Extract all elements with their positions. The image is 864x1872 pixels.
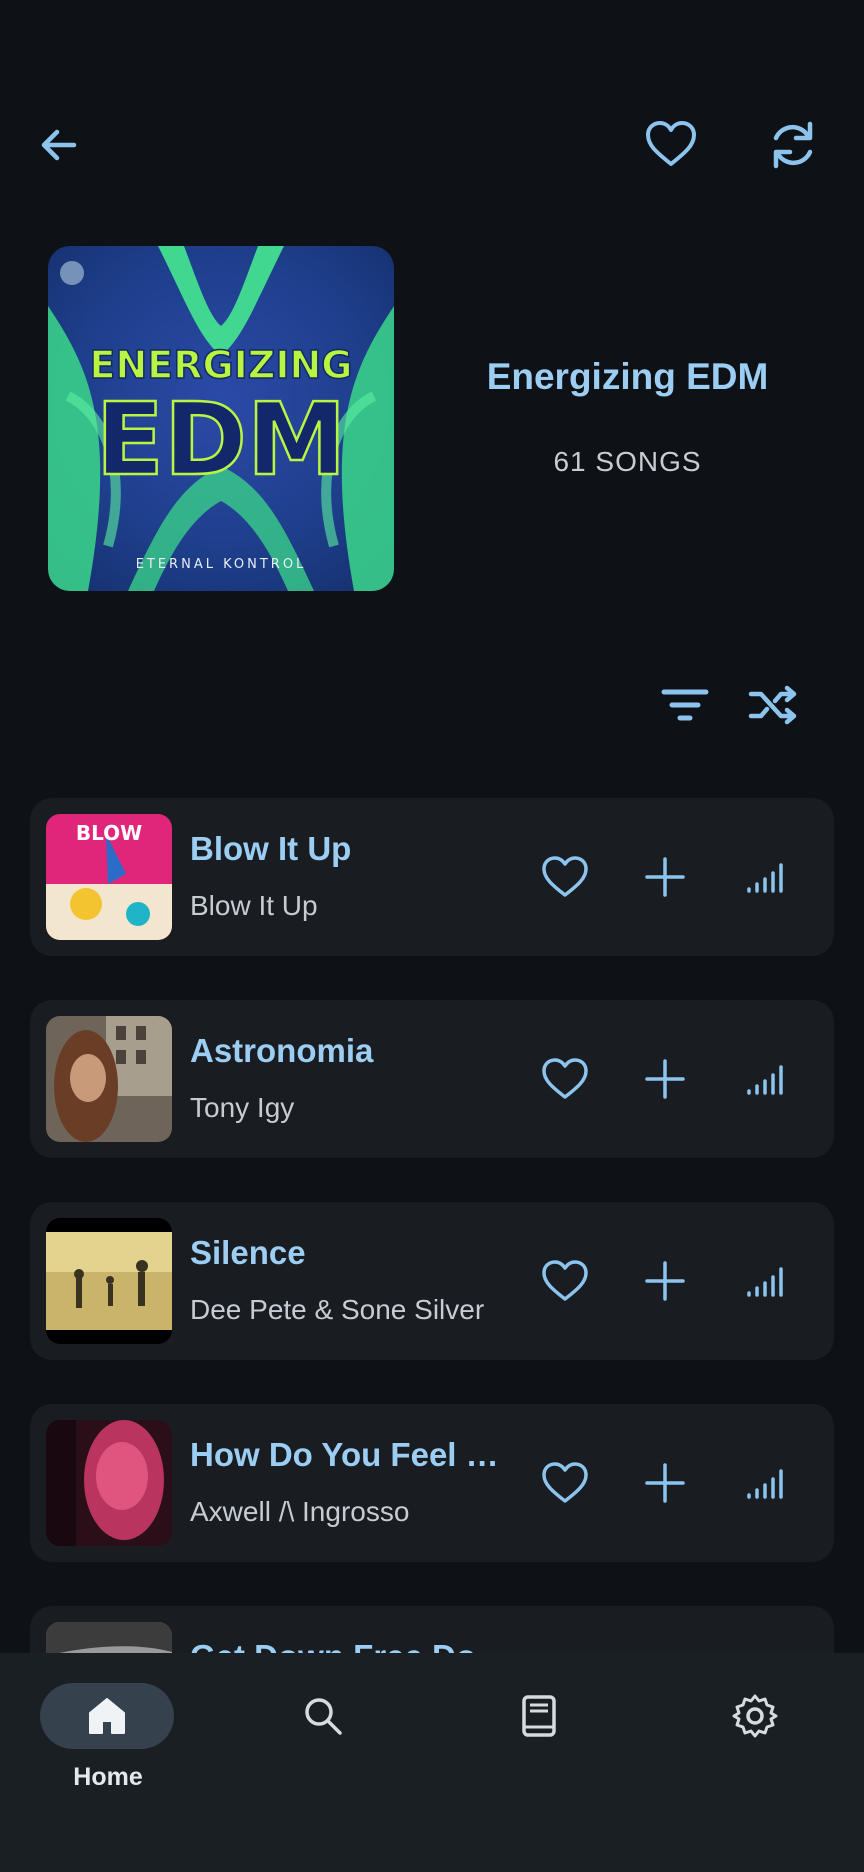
song-thumbnail bbox=[46, 1420, 172, 1546]
back-button[interactable] bbox=[24, 110, 94, 180]
add-button[interactable] bbox=[635, 1049, 695, 1109]
playlist-title: Energizing EDM bbox=[486, 356, 769, 397]
playlist-tools bbox=[0, 670, 864, 740]
song-title: Silence bbox=[190, 1234, 306, 1271]
home-icon bbox=[82, 1691, 132, 1741]
add-button[interactable] bbox=[635, 847, 695, 907]
refresh-icon bbox=[773, 121, 813, 169]
plus-icon bbox=[645, 1059, 685, 1099]
heart-icon bbox=[646, 121, 696, 166]
nav-library[interactable] bbox=[470, 1683, 610, 1803]
like-button[interactable] bbox=[535, 1049, 595, 1109]
song-count: 61 SONGS bbox=[553, 446, 702, 477]
shuffle-button[interactable] bbox=[737, 670, 807, 740]
song-artist: Tony Igy bbox=[190, 1092, 295, 1123]
signal-bars-icon bbox=[747, 1267, 783, 1297]
sort-button[interactable] bbox=[650, 670, 720, 740]
song-row[interactable]: BLOW Blow It Up Blow It Up bbox=[30, 798, 834, 956]
song-artist: Blow It Up bbox=[190, 890, 318, 921]
song-artist: Dee Pete & Sone Silver bbox=[190, 1294, 485, 1325]
heart-icon bbox=[542, 1260, 588, 1301]
filter-icon bbox=[661, 689, 709, 721]
song-row[interactable]: Astronomia Tony Igy bbox=[30, 1000, 834, 1158]
song-row[interactable]: Get Down Free Do bbox=[30, 1606, 834, 1653]
song-title: Blow It Up bbox=[190, 830, 352, 867]
nav-home[interactable]: Home bbox=[38, 1683, 178, 1803]
like-button[interactable] bbox=[535, 847, 595, 907]
bottom-navigation: Home bbox=[0, 1653, 864, 1872]
like-button[interactable] bbox=[535, 1453, 595, 1513]
settings-icon bbox=[730, 1691, 780, 1741]
song-thumbnail: BLOW bbox=[46, 814, 172, 940]
song-title: Get Down Free Do bbox=[190, 1638, 510, 1653]
playlist-screen: ENERGIZING EDM ETERNAL KONTROL Energizin… bbox=[0, 0, 864, 1872]
cover-title-line2: EDM bbox=[96, 381, 347, 498]
playlist-cover: ENERGIZING EDM ETERNAL KONTROL bbox=[48, 246, 394, 591]
plus-icon bbox=[645, 1463, 685, 1503]
favorite-button[interactable] bbox=[636, 110, 706, 180]
heart-icon bbox=[542, 856, 588, 897]
arrow-left-icon bbox=[41, 129, 77, 161]
song-title: How Do You Feel R... bbox=[190, 1436, 510, 1473]
top-bar bbox=[0, 110, 864, 180]
signal-bars-icon bbox=[747, 863, 783, 893]
svg-text:BLOW: BLOW bbox=[76, 821, 142, 845]
add-button[interactable] bbox=[635, 1453, 695, 1513]
more-button[interactable] bbox=[735, 1049, 795, 1109]
more-button[interactable] bbox=[735, 1453, 795, 1513]
search-icon bbox=[298, 1691, 348, 1741]
heart-icon bbox=[542, 1462, 588, 1503]
song-artist: Axwell /\ Ingrosso bbox=[190, 1496, 410, 1527]
more-button[interactable] bbox=[735, 1251, 795, 1311]
heart-icon bbox=[542, 1058, 588, 1099]
library-icon bbox=[514, 1691, 564, 1741]
add-button[interactable] bbox=[635, 1251, 695, 1311]
song-thumbnail bbox=[46, 1218, 172, 1344]
signal-bars-icon bbox=[747, 1469, 783, 1499]
cover-artwork: ENERGIZING EDM ETERNAL KONTROL bbox=[48, 246, 394, 591]
song-title: Astronomia bbox=[190, 1032, 374, 1069]
more-button[interactable] bbox=[735, 847, 795, 907]
nav-home-label: Home bbox=[73, 1763, 143, 1791]
shuffle-icon bbox=[748, 685, 797, 725]
song-thumbnail bbox=[46, 1016, 172, 1142]
cover-footer: ETERNAL KONTROL bbox=[136, 557, 307, 572]
song-row[interactable]: Silence Dee Pete & Sone Silver bbox=[30, 1202, 834, 1360]
like-button[interactable] bbox=[535, 1251, 595, 1311]
song-row[interactable]: How Do You Feel R... Axwell /\ Ingrosso bbox=[30, 1404, 834, 1562]
song-thumbnail bbox=[46, 1622, 172, 1653]
song-list[interactable]: BLOW Blow It Up Blow It Up Astronomia To… bbox=[30, 798, 834, 1653]
plus-icon bbox=[645, 857, 685, 897]
nav-search[interactable] bbox=[254, 1683, 394, 1803]
nav-settings[interactable] bbox=[686, 1683, 826, 1803]
sync-button[interactable] bbox=[758, 110, 828, 180]
signal-bars-icon bbox=[747, 1065, 783, 1095]
plus-icon bbox=[645, 1261, 685, 1301]
